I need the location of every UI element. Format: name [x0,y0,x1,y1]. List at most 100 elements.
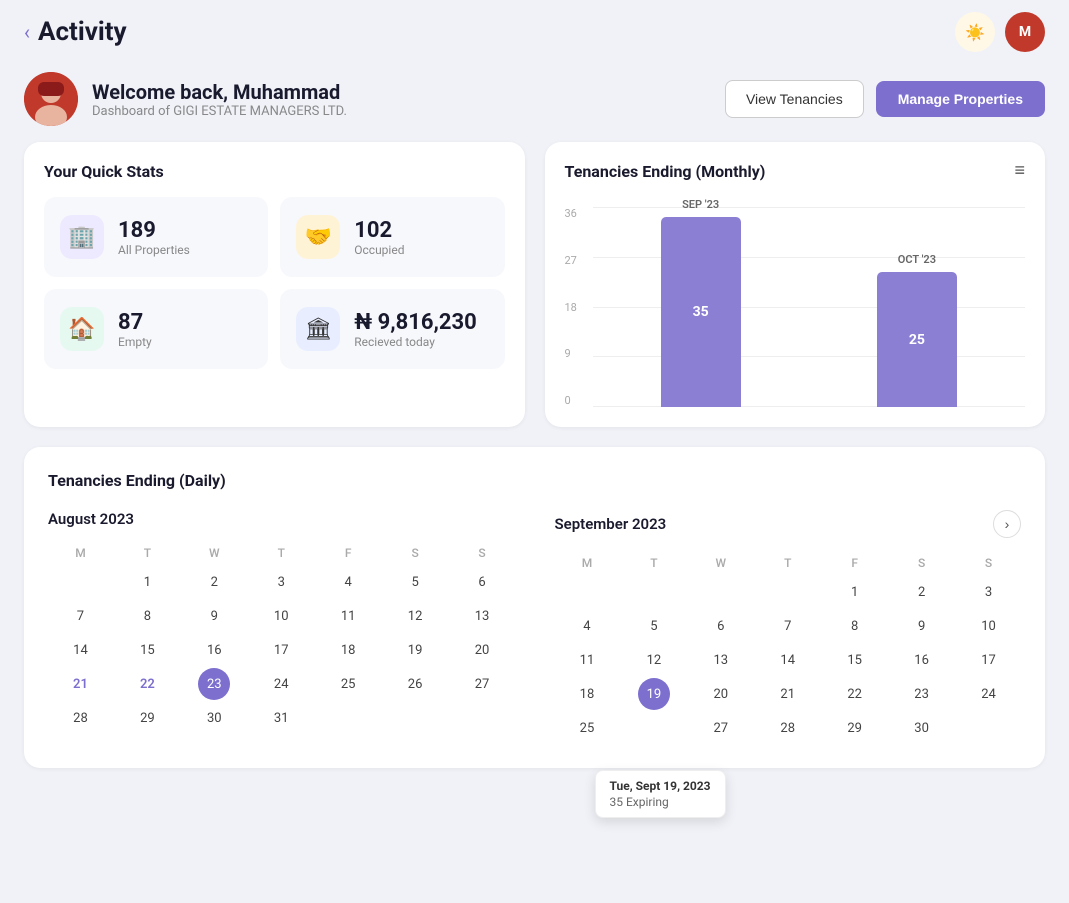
stat-received: 🏛 ₦ 9,816,230 Recieved today [280,289,504,369]
aug-day-6[interactable]: 6 [466,566,498,598]
chart-menu-icon[interactable]: ≡ [1014,162,1025,180]
sep-empty-0 [571,576,603,608]
sun-icon-button[interactable]: ☀️ [955,12,995,52]
aug-day-9[interactable]: 9 [198,600,230,632]
sep-day-11[interactable]: 11 [571,644,603,676]
sep-day-2[interactable]: 2 [906,576,938,608]
aug-day-21[interactable]: 21 [64,668,96,700]
aug-day-3[interactable]: 3 [265,566,297,598]
sep-day-12[interactable]: 12 [638,644,670,676]
calendar-next-button[interactable]: › [993,510,1021,538]
aug-day-14[interactable]: 14 [64,634,96,666]
aug-day-28[interactable]: 28 [64,702,96,734]
aug-day-4[interactable]: 4 [332,566,364,598]
sep-dow-2: W [688,552,753,574]
sep-dow-4: F [822,552,887,574]
aug-day-5[interactable]: 5 [399,566,431,598]
sep-day-5[interactable]: 5 [638,610,670,642]
sep-day-3[interactable]: 3 [973,576,1005,608]
bar-sep-label: SEP '23 [682,198,719,211]
sep-day-4[interactable]: 4 [571,610,603,642]
sep-day-19[interactable]: 19 [638,678,670,710]
calendar-september: September 2023 › M T W T F S S 1 [555,510,1022,744]
aug-day-22[interactable]: 22 [131,668,163,700]
chart-y-axis: 36 27 18 9 0 [565,207,577,407]
bar-sep-value: 35 [693,304,709,320]
calendars-row: August 2023 M T W T F S S 1 2 3 4 5 [48,510,1021,744]
august-header: August 2023 [48,510,515,528]
sep-day-23[interactable]: 23 [906,678,938,710]
sep-day-24[interactable]: 24 [973,678,1005,710]
calendar-august: August 2023 M T W T F S S 1 2 3 4 5 [48,510,515,744]
occupied-icon: 🤝 [296,215,340,259]
chart-inner: 36 27 18 9 0 SEP '23 [565,207,1026,407]
stat-properties: 🏢 189 All Properties [44,197,268,277]
sep-day-20[interactable]: 20 [705,678,737,710]
aug-day-empty [64,566,96,598]
aug-day-25[interactable]: 25 [332,668,364,700]
sep-day-13[interactable]: 13 [705,644,737,676]
september-header: September 2023 › [555,510,1022,538]
stat-properties-text: 189 All Properties [118,218,190,257]
sep-day-9[interactable]: 9 [906,610,938,642]
aug-day-2[interactable]: 2 [198,566,230,598]
sep-day-6[interactable]: 6 [705,610,737,642]
view-tenancies-button[interactable]: View Tenancies [725,80,864,118]
sep-day-30[interactable]: 30 [906,712,938,744]
chart-header: Tenancies Ending (Monthly) ≡ [565,162,1026,197]
aug-day-10[interactable]: 10 [265,600,297,632]
empty-icon: 🏠 [60,307,104,351]
aug-dow-5: S [383,542,448,564]
sep-day-28[interactable]: 28 [772,712,804,744]
aug-day-13[interactable]: 13 [466,600,498,632]
sep-day-15[interactable]: 15 [839,644,871,676]
aug-day-1[interactable]: 1 [131,566,163,598]
manage-properties-button[interactable]: Manage Properties [876,81,1045,117]
sep-day-22[interactable]: 22 [839,678,871,710]
aug-day-31[interactable]: 31 [265,702,297,734]
sep-day-1[interactable]: 1 [839,576,871,608]
bars-wrapper: SEP '23 35 OCT '23 25 [593,207,1026,407]
sep-day-10[interactable]: 10 [973,610,1005,642]
aug-day-26[interactable]: 26 [399,668,431,700]
aug-day-27[interactable]: 27 [466,668,498,700]
sep-day-14[interactable]: 14 [772,644,804,676]
aug-day-24[interactable]: 24 [265,668,297,700]
aug-dow-0: M [48,542,113,564]
sep-day-7[interactable]: 7 [772,610,804,642]
sep-dow-1: T [621,552,686,574]
aug-day-19[interactable]: 19 [399,634,431,666]
aug-day-20[interactable]: 20 [466,634,498,666]
aug-day-8[interactable]: 8 [131,600,163,632]
sep-day-17[interactable]: 17 [973,644,1005,676]
sep-day-27[interactable]: 27 [705,712,737,744]
calendar-tooltip: Tue, Sept 19, 2023 35 Expiring [595,770,726,818]
sep-day-21[interactable]: 21 [772,678,804,710]
aug-day-12[interactable]: 12 [399,600,431,632]
user-avatar[interactable]: M [1005,12,1045,52]
calendar-card: Tenancies Ending (Daily) August 2023 M T… [24,447,1045,768]
aug-day-18[interactable]: 18 [332,634,364,666]
aug-day-11[interactable]: 11 [332,600,364,632]
aug-day-30[interactable]: 30 [198,702,230,734]
aug-day-17[interactable]: 17 [265,634,297,666]
back-button[interactable]: ‹ [24,20,30,44]
aug-day-29[interactable]: 29 [131,702,163,734]
sep-day-16[interactable]: 16 [906,644,938,676]
aug-day-15[interactable]: 15 [131,634,163,666]
aug-empty-3 [466,702,498,734]
sep-day-8[interactable]: 8 [839,610,871,642]
y-label-36: 36 [565,207,577,220]
sep-day-18[interactable]: 18 [571,678,603,710]
y-label-9: 9 [565,347,577,360]
aug-day-16[interactable]: 16 [198,634,230,666]
aug-day-7[interactable]: 7 [64,600,96,632]
sep-day-25[interactable]: 25 [571,712,603,744]
received-icon: 🏛 [296,307,340,351]
welcome-subtitle: Dashboard of GIGI ESTATE MANAGERS LTD. [92,104,347,119]
aug-empty-1 [332,702,364,734]
bar-chart-card: Tenancies Ending (Monthly) ≡ 36 27 18 9 … [545,142,1046,427]
aug-day-23[interactable]: 23 [198,668,230,700]
sep-day-29[interactable]: 29 [839,712,871,744]
y-label-27: 27 [565,254,577,267]
